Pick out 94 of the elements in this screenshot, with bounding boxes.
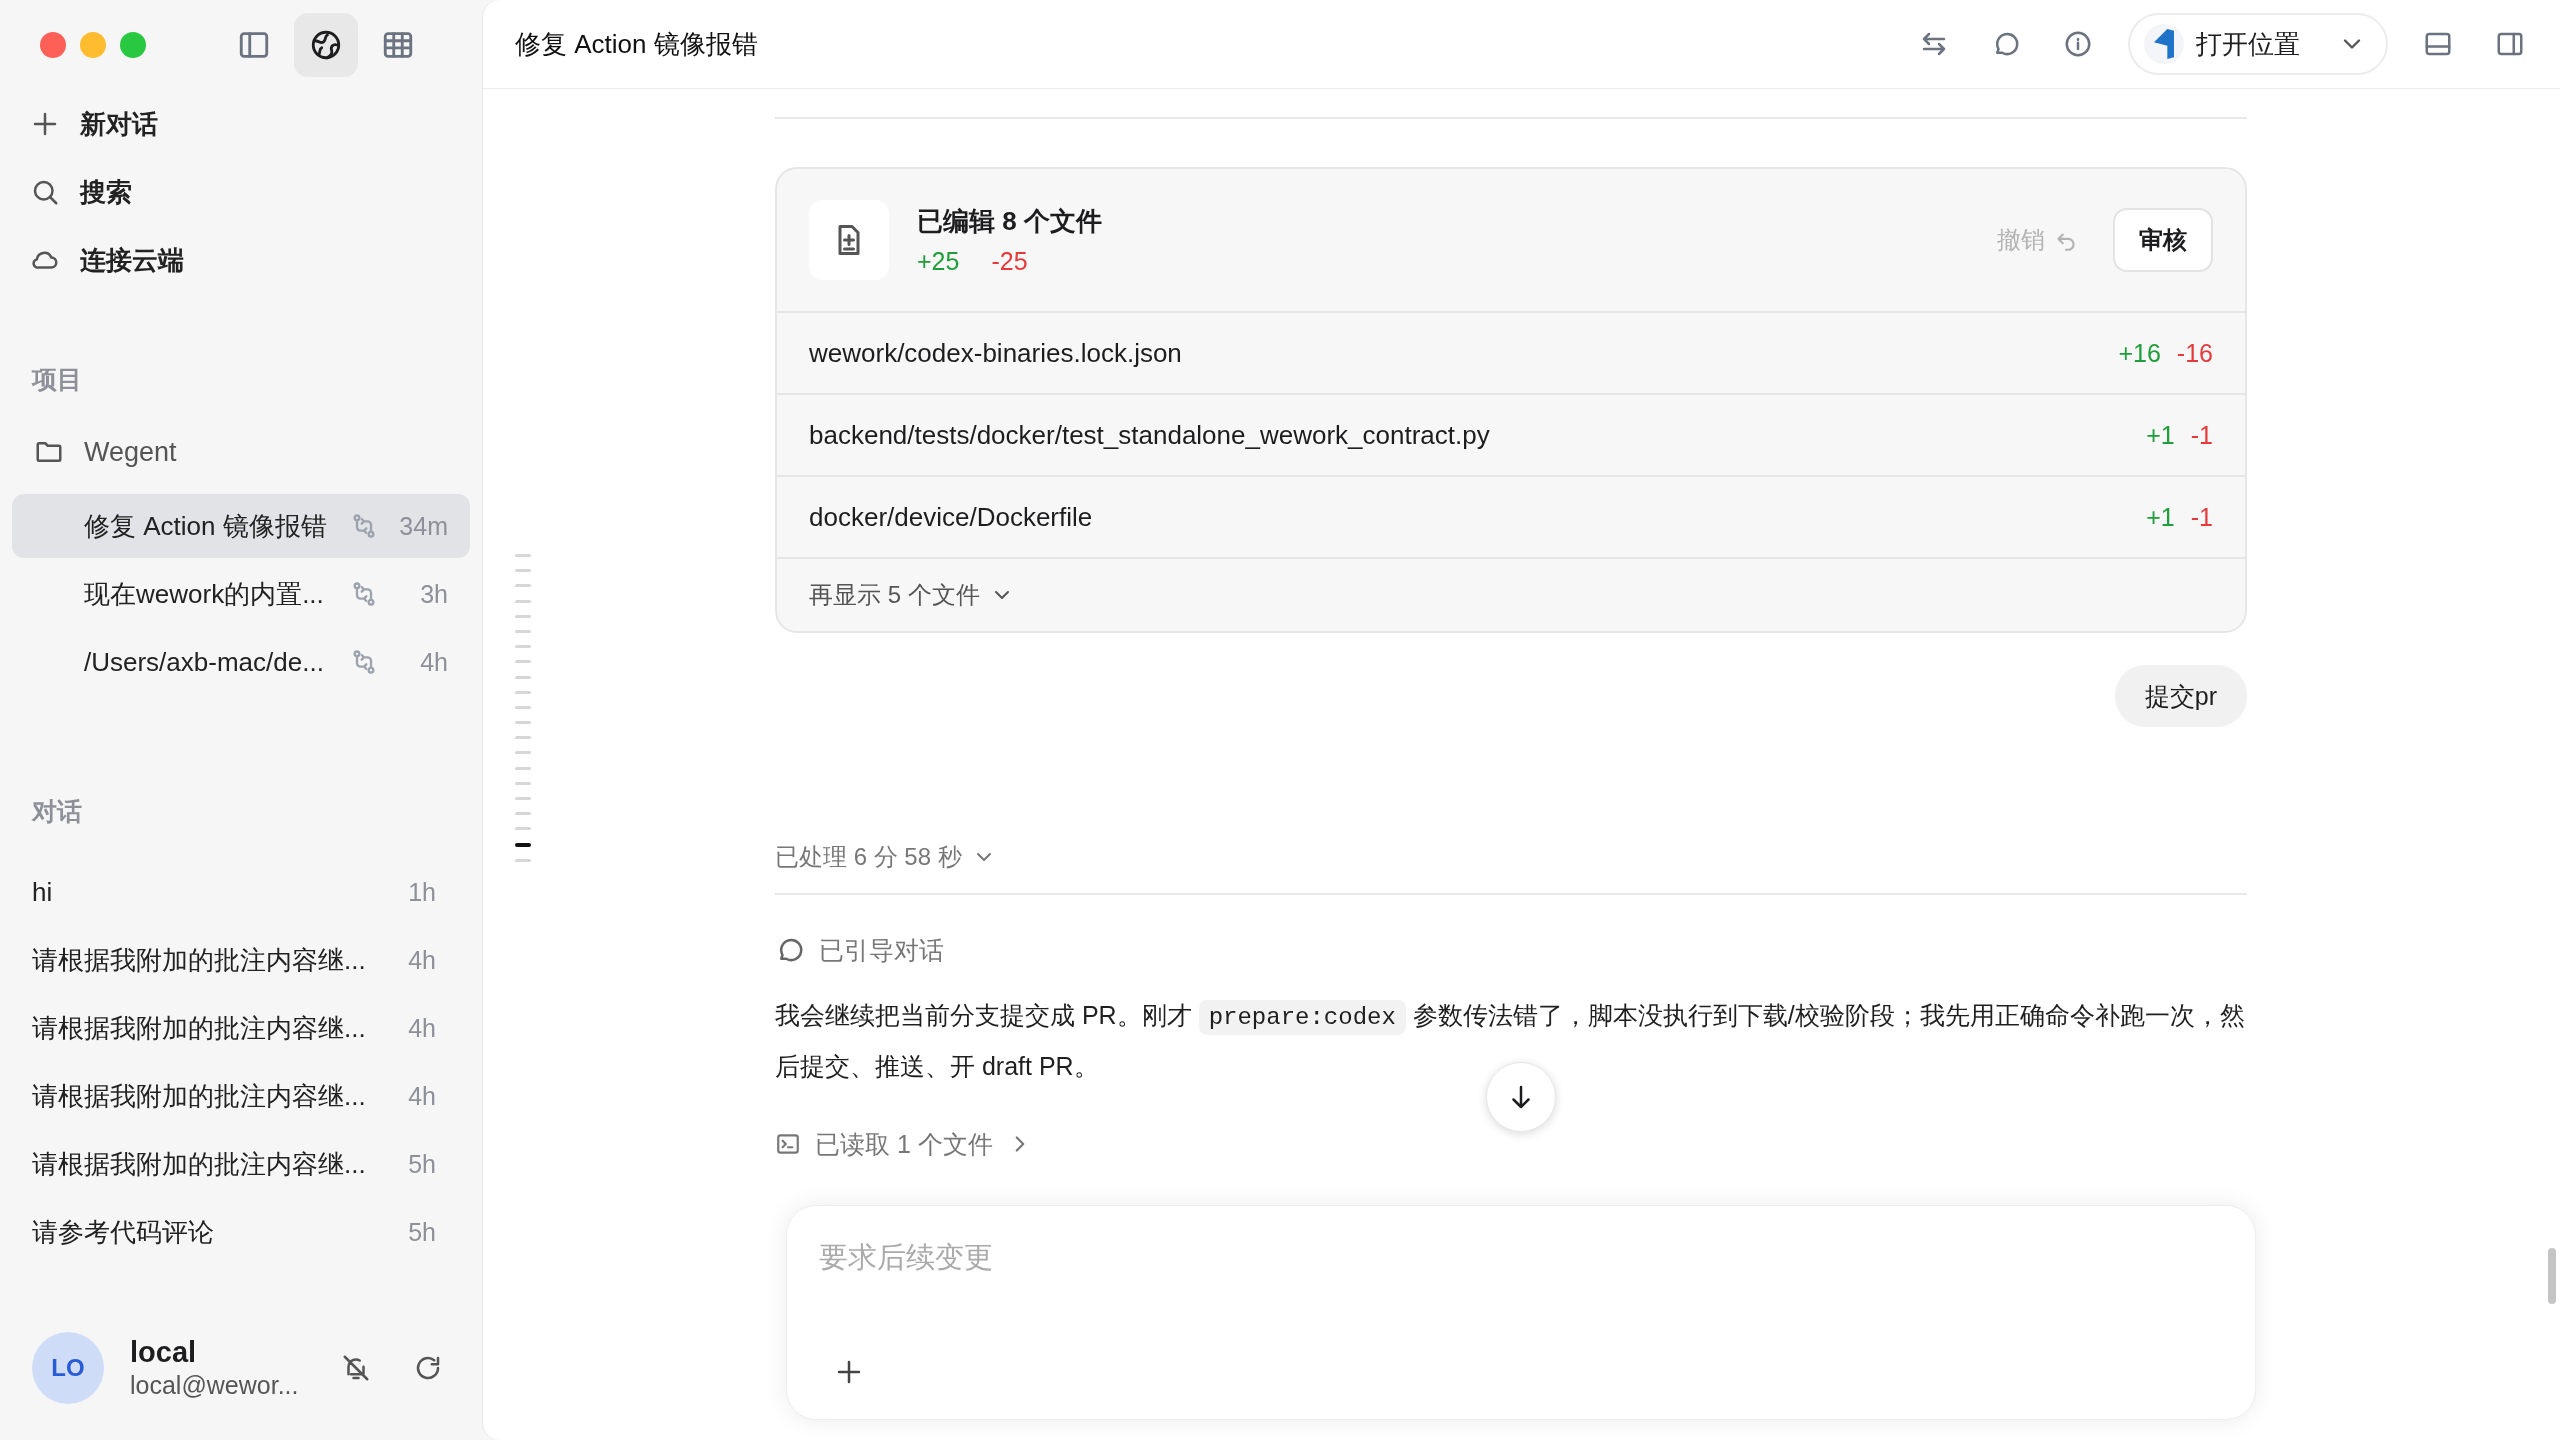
conversation-item[interactable]: 请根据我附加的批注内容继... 4h (12, 926, 470, 994)
thread-item[interactable]: 修复 Action 镜像报错 34m (12, 494, 470, 558)
conversation-time: 4h (407, 945, 436, 975)
conversation-time: 4h (407, 1013, 436, 1043)
removed-count: -1 (2190, 420, 2213, 450)
timeline-marker[interactable] (515, 599, 531, 603)
timeline-marker[interactable] (515, 721, 531, 725)
section-heading: 项目 (30, 363, 83, 395)
nav-item[interactable]: 连接云端 (12, 226, 470, 294)
timeline-marker[interactable] (515, 675, 531, 679)
timeline-marker[interactable] (515, 660, 531, 664)
timeline-marker[interactable] (515, 827, 531, 831)
timeline-marker[interactable] (515, 614, 531, 618)
thread-item[interactable]: /Users/axb-mac/de... 4h (12, 630, 470, 694)
scroll-down-button[interactable] (1486, 1062, 1556, 1132)
thread-item[interactable]: 现在wework的内置... 3h (12, 562, 470, 626)
nav-item[interactable]: 新对话 (12, 90, 470, 158)
timeline-marker[interactable] (515, 858, 531, 862)
conversation-item[interactable]: 请根据我附加的批注内容继... 5h (12, 1130, 470, 1198)
conversation-time: 1h (407, 877, 436, 907)
submit-pr-button[interactable]: 提交pr (2114, 665, 2247, 727)
timeline-marker[interactable] (515, 554, 531, 557)
conversation-title: hi (32, 876, 54, 908)
file-path: docker/device/Dockerfile (809, 501, 1094, 533)
removed-count: -16 (2176, 338, 2213, 368)
timeline-marker[interactable] (515, 751, 531, 755)
timeline-marker[interactable] (515, 569, 531, 573)
conversation-title: 请根据我附加的批注内容继... (32, 1147, 367, 1181)
timeline-marker[interactable] (515, 812, 531, 816)
conversation-item[interactable]: 请根据我附加的批注内容继... 4h (12, 994, 470, 1062)
conversation-item[interactable]: 请根据我附加的批注内容继... 4h (12, 1062, 470, 1130)
conversation-item[interactable]: hi 1h (12, 858, 470, 926)
added-count: +16 (2118, 338, 2161, 368)
timeline-marker[interactable] (515, 781, 531, 785)
globe-button[interactable] (294, 13, 358, 77)
minimize-window-button[interactable] (80, 32, 106, 58)
file-row[interactable]: docker/device/Dockerfile +1 -1 (777, 477, 2245, 559)
timeline-marker[interactable] (515, 766, 531, 770)
thread-title: /Users/axb-mac/de... (84, 646, 325, 678)
timeline-marker[interactable] (515, 705, 531, 709)
file-path: wework/codex-binaries.lock.json (809, 337, 1183, 369)
zoom-window-button[interactable] (120, 32, 146, 58)
bell-off-icon (341, 1353, 371, 1383)
thread-time: 34m (398, 511, 448, 541)
project-item[interactable]: Wegent (12, 412, 470, 492)
message-paragraph: 我会继续把当前分支提交成 PR。刚才 prepare:codex 参数传法错了，脚本没执行到下载/校验阶段；我先用正确命令补跑一次，然后提交、推送、开 draft PR。 (775, 999, 2246, 1082)
thread-time: 3h (419, 579, 448, 609)
conversation-time: 5h (407, 1217, 436, 1247)
conversation-time: 4h (407, 1081, 436, 1111)
processing-time-toggle[interactable]: 已处理 6 分 58 秒 (775, 833, 996, 881)
thread-time: 4h (419, 647, 448, 677)
user-name: local (130, 1336, 198, 1369)
added-count: +1 (2146, 420, 2175, 450)
conversation-title: 请根据我附加的批注内容继... (32, 1079, 367, 1113)
review-button[interactable]: 审核 (2113, 208, 2213, 272)
timeline-marker[interactable] (515, 797, 531, 800)
timeline-marker[interactable] (515, 842, 531, 847)
added-count: +1 (2146, 502, 2175, 532)
close-window-button[interactable] (40, 32, 66, 58)
open-location-button[interactable]: 打开位置 (2128, 13, 2388, 75)
file-row[interactable]: backend/tests/docker/test_standalone_wework_contract.py +1 -1 (777, 395, 2245, 477)
message-input[interactable]: 要求后续变更 (817, 1232, 2121, 1282)
file-row[interactable]: wework/codex-binaries.lock.json +16 -16 (777, 313, 2245, 395)
window-title: 修复 Action 镜像报错 (515, 27, 758, 61)
conversation-title: 请参考代码评论 (32, 1215, 215, 1249)
removed-count: -1 (2190, 502, 2213, 532)
timeline-marker[interactable] (515, 690, 531, 694)
timeline-marker[interactable] (515, 736, 531, 740)
conversation-title: 请根据我附加的批注内容继... (32, 1011, 367, 1045)
added-count: +25 (917, 247, 960, 276)
info-icon (2063, 29, 2093, 59)
app-logo-icon (2144, 24, 2184, 64)
status-label: 已引导对话 (819, 934, 944, 966)
timeline-marker[interactable] (515, 584, 531, 588)
thread-title: 现在wework的内置... (84, 577, 325, 611)
conversation-title: 请根据我附加的批注内容继... (32, 943, 367, 977)
user-email: local@wewor... (130, 1371, 300, 1400)
nav-item[interactable]: 搜索 (12, 158, 470, 226)
timeline-marker[interactable] (515, 645, 531, 649)
edits-title: 已编辑 8 个文件 (917, 205, 1103, 238)
user-avatar[interactable]: LO (32, 1332, 104, 1404)
file-path: backend/tests/docker/test_standalone_wework_contract.py (809, 419, 1491, 451)
conversation-item[interactable]: 请参考代码评论 5h (12, 1198, 470, 1266)
inline-code: prepare:codex (1198, 1000, 1406, 1035)
scrollbar-thumb[interactable] (2548, 1248, 2556, 1304)
conversation-time: 5h (407, 1149, 436, 1179)
timeline-marker[interactable] (515, 629, 531, 633)
read-files-toggle[interactable]: 已读取 1 个文件 (775, 1114, 1033, 1174)
show-more-files-button[interactable]: 再显示 5 个文件 (777, 559, 1046, 631)
globe-icon (309, 28, 343, 62)
section-heading: 对话 (30, 795, 83, 827)
thread-title: 修复 Action 镜像报错 (84, 509, 328, 543)
removed-count: -25 (991, 247, 1028, 276)
terminal-icon (775, 1131, 801, 1157)
